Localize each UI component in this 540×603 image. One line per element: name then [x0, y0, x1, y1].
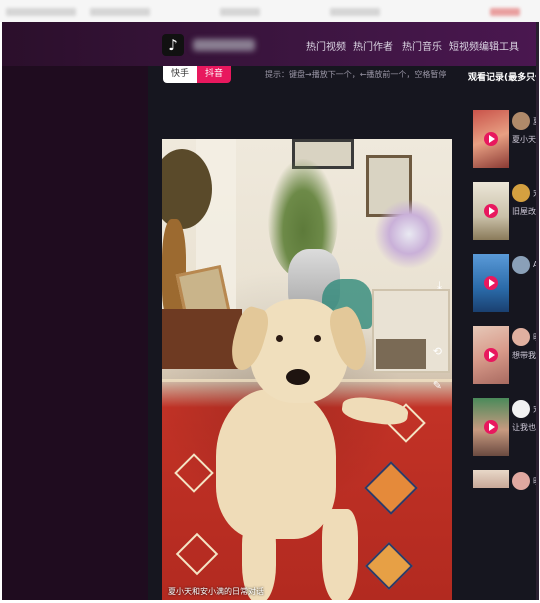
avatar — [512, 328, 530, 346]
nav-hot-videos[interactable]: 热门视频 — [306, 38, 346, 53]
wrench-icon[interactable]: ✎ — [433, 379, 442, 392]
play-icon — [484, 204, 498, 218]
dog-eye-left — [276, 335, 283, 342]
keyboard-hint: 提示：键盘→播放下一个，←播放前一个，空格暂停 — [265, 70, 447, 79]
history-video-title: 夏小天和 — [512, 135, 539, 144]
scrollbar[interactable] — [536, 22, 539, 600]
blurred-address — [6, 8, 76, 16]
toggle-kuaishou[interactable]: 快手 — [163, 66, 198, 83]
avatar — [512, 472, 530, 490]
dog-hind-leg — [340, 394, 410, 428]
blurred-tab — [220, 8, 260, 16]
wood-cabinet — [162, 309, 242, 369]
app-window: ♪ 热门视频 热门作者 热门音乐 短视频编辑工具 快手 抖音 提示：键盘→播放下… — [2, 22, 539, 600]
history-title: 观看记录(最多只保 — [468, 73, 539, 83]
history-item[interactable]: 明 — [473, 470, 539, 492]
history-item[interactable]: 宠 让我也火 — [473, 398, 539, 456]
blurred-tab — [90, 8, 150, 16]
blurred-tab — [330, 8, 380, 16]
history-item[interactable]: 夏 夏小天和 — [473, 110, 539, 168]
platform-toggle: 快手 抖音 — [163, 66, 232, 83]
blurred-control — [490, 8, 520, 16]
history-item[interactable]: 宠 旧屋改造 — [473, 182, 539, 240]
side-table — [376, 339, 426, 369]
rug-motif — [364, 461, 418, 515]
rug-motif — [175, 532, 219, 576]
toggle-douyin[interactable]: 抖音 — [197, 66, 232, 83]
avatar — [512, 256, 530, 274]
app-logo[interactable]: ♪ — [162, 34, 184, 56]
flower-arrangement — [374, 199, 444, 269]
video-player[interactable]: ⤓ ⟲ ✎ 夏小天和安小满的日常对话 — [162, 139, 452, 600]
history-thumbnail — [473, 470, 509, 488]
video-caption: 夏小天和安小满的日常对话 — [168, 587, 264, 596]
nav-hot-authors[interactable]: 热门作者 — [353, 38, 393, 53]
history-thumbnail — [473, 110, 509, 168]
nav-video-editor[interactable]: 短视频编辑工具 — [449, 38, 519, 53]
history-thumbnail — [473, 182, 509, 240]
avatar — [512, 112, 530, 130]
main-content: 快手 抖音 提示：键盘→播放下一个，←播放前一个，空格暂停 ⤓ ⟲ ✎ 夏小天和… — [148, 66, 539, 600]
dog-nose — [286, 369, 310, 385]
dog-body — [216, 389, 336, 539]
avatar — [512, 184, 530, 202]
download-icon[interactable]: ⤓ — [437, 279, 442, 293]
history-thumbnail — [473, 326, 509, 384]
rug-motif — [364, 541, 414, 591]
browser-toolbar — [0, 0, 540, 22]
history-thumbnail — [473, 398, 509, 456]
left-sidebar — [2, 66, 148, 600]
loop-icon[interactable]: ⟲ — [433, 345, 442, 358]
play-icon — [484, 348, 498, 362]
history-item[interactable]: 明 想带我家 — [473, 326, 539, 384]
history-video-title: 想带我家 — [512, 351, 539, 360]
history-thumbnail — [473, 254, 509, 312]
play-icon — [484, 420, 498, 434]
blurred-brand-name — [193, 39, 255, 51]
history-video-title: 旧屋改造 — [512, 207, 539, 216]
history-video-title: 让我也火 — [512, 423, 539, 432]
dog-eye-right — [314, 335, 321, 342]
rug-motif — [174, 453, 214, 493]
nav-hot-music[interactable]: 热门音乐 — [402, 38, 442, 53]
history-item[interactable]: A — [473, 254, 539, 312]
play-icon — [484, 276, 498, 290]
top-navigation-bar: ♪ 热门视频 热门作者 热门音乐 短视频编辑工具 — [2, 22, 539, 66]
dog-paw-right — [322, 509, 358, 600]
avatar — [512, 400, 530, 418]
play-icon — [484, 132, 498, 146]
